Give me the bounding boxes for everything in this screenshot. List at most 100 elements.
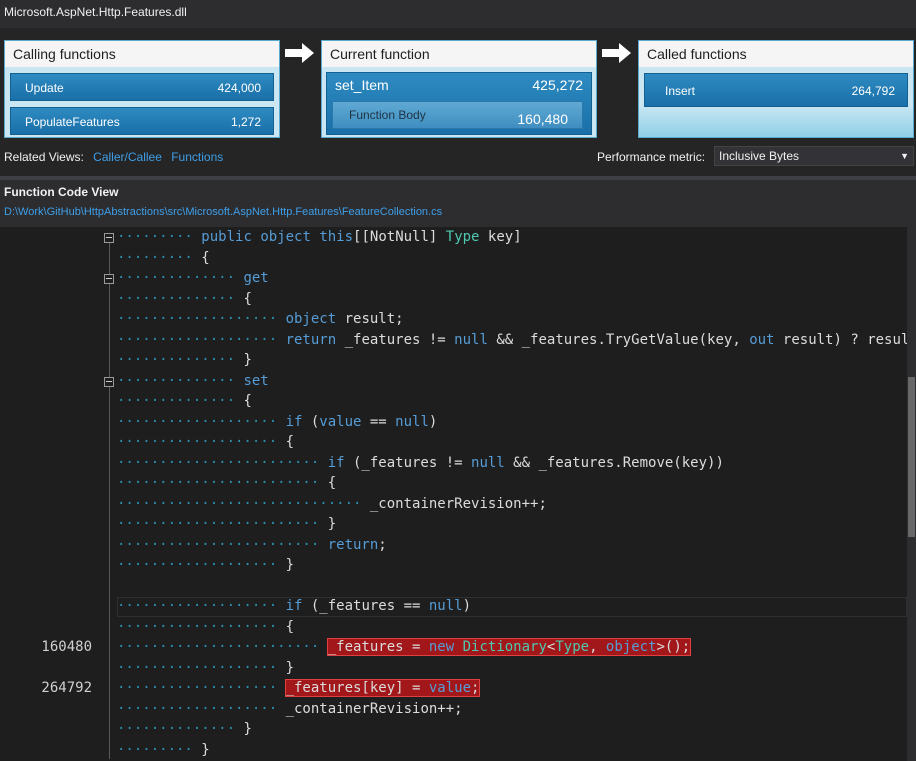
whitespace-dots: ··················· <box>117 700 286 717</box>
code-token: { <box>243 393 252 409</box>
whitespace-dots: ·············· <box>117 393 244 409</box>
code-text: ························ if (_features !… <box>117 453 724 473</box>
code-token: { <box>201 249 210 266</box>
code-token: _features = <box>327 639 429 655</box>
code-content: { <box>243 393 251 409</box>
calling-function-update[interactable]: Update 424,000 <box>10 73 274 101</box>
function-value: 424,000 <box>217 81 261 95</box>
whitespace-dots: ··················· <box>117 680 286 696</box>
dropdown-arrow-icon: ▼ <box>900 151 909 161</box>
code-token: public <box>201 229 252 245</box>
whitespace-dots: ··················· <box>117 331 286 348</box>
code-content: } <box>286 557 294 573</box>
code-line: ·············· set <box>0 371 912 391</box>
code-token: result) ? result <box>774 331 916 348</box>
code-line: 264792 ··················· _features[key]… <box>0 678 912 698</box>
code-token: this <box>319 229 354 245</box>
function-name: PopulateFeatures <box>25 115 120 129</box>
function-body-item[interactable]: Function Body 160,480 <box>332 101 583 129</box>
calling-function-populatefeatures[interactable]: PopulateFeatures 1,272 <box>10 107 274 135</box>
performance-metric-value: Inclusive Bytes <box>719 149 800 163</box>
whitespace-dots: ·············· <box>117 290 244 307</box>
code-content: if (_features != null && _features.Remov… <box>328 455 724 471</box>
called-functions-header: Called functions <box>639 41 913 67</box>
function-code-view-title: Function Code View <box>4 185 119 199</box>
code-token: && _features.Remove(key)) <box>504 454 724 471</box>
code-text: ··················· if (value == null) <box>117 412 437 432</box>
function-name: Update <box>25 81 64 95</box>
code-text: ························ { <box>117 473 336 493</box>
divider <box>0 176 916 180</box>
code-token: } <box>285 557 295 573</box>
code-token: [[NotNull] <box>353 229 446 245</box>
code-token: { <box>243 290 252 307</box>
code-text: ·············· { <box>117 391 252 411</box>
code-token: if <box>285 598 303 614</box>
code-line: ·············· get <box>0 268 912 288</box>
code-token: out <box>749 331 775 348</box>
hot-path-highlight: _features[key] = value; <box>284 679 481 697</box>
code-text: ························ } <box>117 514 336 534</box>
code-token: { <box>327 475 337 491</box>
code-text: ·············· } <box>117 719 252 739</box>
code-token: return <box>285 331 337 348</box>
code-line: ········· } <box>0 740 912 760</box>
code-token: object <box>285 311 337 327</box>
code-content: } <box>243 352 251 368</box>
source-file-path[interactable]: D:\Work\GitHub\HttpAbstractions\src\Micr… <box>4 206 442 218</box>
code-token: Type <box>445 229 480 245</box>
code-line: ·············· { <box>0 289 912 309</box>
current-function-panel: Current function set_Item 425,272 Functi… <box>321 40 597 138</box>
whitespace-dots: ·············· <box>117 352 244 368</box>
code-text: ····························· _container… <box>117 494 547 514</box>
code-content: if (value == null) <box>286 414 438 430</box>
performance-metric-select[interactable]: Inclusive Bytes ▼ <box>714 146 914 166</box>
code-token: return <box>327 536 379 553</box>
code-token: null <box>454 331 488 348</box>
performance-metric-label: Performance metric: <box>597 150 706 164</box>
code-token: result; <box>336 311 404 327</box>
calling-functions-panel: Calling functions Update 424,000 Populat… <box>4 40 280 138</box>
related-views: Related Views: Caller/Callee Functions <box>4 150 223 164</box>
whitespace-dots: ························ <box>117 639 328 655</box>
code-token: value <box>319 413 362 430</box>
line-metric-value: 160480 <box>41 639 92 655</box>
code-content: } <box>286 660 294 676</box>
scrollbar-thumb[interactable] <box>908 377 915 537</box>
arrow-right-icon <box>285 43 314 63</box>
code-text: ························ _features = new… <box>117 637 692 657</box>
code-token: } <box>243 352 252 368</box>
code-line: ··················· return _features != … <box>0 330 916 350</box>
code-line: 160480 ························ _features… <box>0 637 912 657</box>
code-token: if <box>327 454 345 471</box>
code-content: { <box>201 250 209 266</box>
whitespace-dots: ·············· <box>117 721 244 737</box>
whitespace-dots: ··················· <box>117 413 286 430</box>
code-line: ········· public object this[[NotNull] T… <box>0 227 912 247</box>
code-token: } <box>327 516 337 532</box>
whitespace-dots: ························ <box>117 536 328 553</box>
code-line: ··················· { <box>0 432 912 452</box>
caller-callee-link[interactable]: Caller/Callee <box>93 150 162 164</box>
code-content: return _features != null && _features.Tr… <box>286 332 916 348</box>
code-line: ··················· if (value == null) <box>0 412 912 432</box>
vertical-scrollbar[interactable] <box>907 227 916 761</box>
code-line: ························ return; <box>0 535 912 555</box>
code-content: return; <box>328 537 387 553</box>
code-token: { <box>285 618 295 635</box>
code-content: } <box>243 721 251 737</box>
code-editor[interactable]: ········· public object this[[NotNull] T… <box>0 227 916 761</box>
code-content: { <box>286 434 294 450</box>
current-function-item[interactable]: set_Item 425,272 Function Body 160,480 <box>326 72 592 135</box>
whitespace-dots: ········· <box>117 229 202 245</box>
code-token: ; <box>378 536 387 553</box>
code-token: && _features.TryGetValue(key, <box>487 331 750 348</box>
functions-link[interactable]: Functions <box>171 150 223 164</box>
called-function-insert[interactable]: Insert 264,792 <box>644 73 908 107</box>
code-text: ·············· set <box>117 371 269 391</box>
code-token: >(); <box>656 639 691 655</box>
whitespace-dots: ········· <box>117 249 202 266</box>
function-name: Insert <box>665 84 696 98</box>
code-content: _containerRevision++; <box>286 701 463 717</box>
code-token: null <box>428 598 463 614</box>
